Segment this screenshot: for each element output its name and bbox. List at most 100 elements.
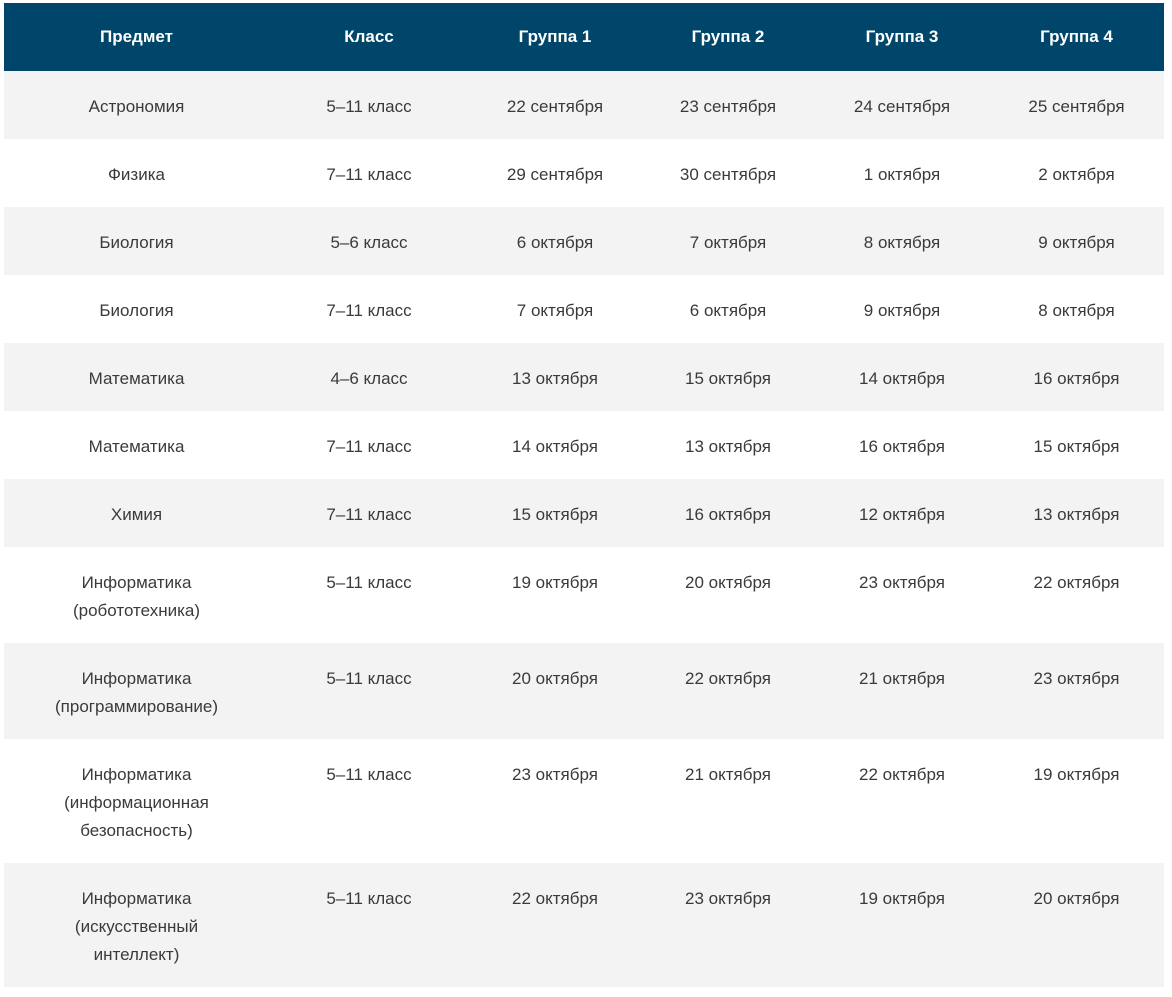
cell-group4: 22 октября <box>989 547 1164 643</box>
subject-line: (искусственный <box>74 917 199 936</box>
subject-line: безопасность) <box>80 821 193 840</box>
table-header-row: Предмет Класс Группа 1 Группа 2 Группа 3… <box>4 3 1164 71</box>
cell-subject: Биология <box>4 207 269 275</box>
table-row: Биология 7–11 класс 7 октября 6 октября 9 ок… <box>4 275 1164 343</box>
table-row: Астрономия 5–11 класс 22 сентября 23 сентяб… <box>4 71 1164 139</box>
table-body: Астрономия 5–11 класс 22 сентября 23 сентяб… <box>4 71 1164 987</box>
table-row: Информатика (искусственный интеллект) 5–11 … <box>4 863 1164 987</box>
cell-group3: 16 октября <box>815 411 989 479</box>
cell-group3: 14 октября <box>815 343 989 411</box>
cell-group2: 16 октября <box>641 479 815 547</box>
cell-group2: 21 октября <box>641 739 815 863</box>
cell-group2: 7 октября <box>641 207 815 275</box>
table-row: Математика 7–11 класс 14 октября 13 октября… <box>4 411 1164 479</box>
cell-class: 7–11 класс <box>269 139 469 207</box>
subject-line: Астрономия <box>88 97 185 116</box>
cell-group2: 23 сентября <box>641 71 815 139</box>
cell-subject: Информатика (робототехника) <box>4 547 269 643</box>
cell-group4: 19 октября <box>989 739 1164 863</box>
cell-group4: 2 октября <box>989 139 1164 207</box>
cell-class: 5–11 класс <box>269 863 469 987</box>
cell-group1: 7 октября <box>469 275 641 343</box>
cell-group4: 16 октября <box>989 343 1164 411</box>
cell-group2: 15 октября <box>641 343 815 411</box>
subject-line: Физика <box>108 165 165 184</box>
cell-group3: 12 октября <box>815 479 989 547</box>
cell-class: 5–11 класс <box>269 547 469 643</box>
subject-line: Информатика <box>81 573 192 592</box>
cell-class: 5–6 класс <box>269 207 469 275</box>
cell-group1: 15 октября <box>469 479 641 547</box>
column-header-group2: Группа 2 <box>641 3 815 71</box>
cell-group1: 22 сентября <box>469 71 641 139</box>
cell-group1: 20 октября <box>469 643 641 739</box>
cell-group4: 13 октября <box>989 479 1164 547</box>
subject-line: (робототехника) <box>72 601 201 620</box>
cell-class: 4–6 класс <box>269 343 469 411</box>
cell-group4: 20 октября <box>989 863 1164 987</box>
cell-class: 7–11 класс <box>269 479 469 547</box>
cell-subject: Математика <box>4 411 269 479</box>
table-row: Биология 5–6 класс 6 октября 7 октября 8 окт… <box>4 207 1164 275</box>
table-row: Информатика (программирование) 5–11 класс 2… <box>4 643 1164 739</box>
cell-group3: 8 октября <box>815 207 989 275</box>
table-row: Информатика (информационная безопасность) 5… <box>4 739 1164 863</box>
cell-subject: Химия <box>4 479 269 547</box>
subject-line: Математика <box>88 369 185 388</box>
cell-group2: 13 октября <box>641 411 815 479</box>
cell-group3: 1 октября <box>815 139 989 207</box>
cell-group4: 25 сентября <box>989 71 1164 139</box>
cell-group2: 20 октября <box>641 547 815 643</box>
cell-group2: 30 сентября <box>641 139 815 207</box>
cell-group3: 9 октября <box>815 275 989 343</box>
cell-subject: Информатика (программирование) <box>4 643 269 739</box>
cell-subject: Физика <box>4 139 269 207</box>
subject-line: Информатика <box>81 669 192 688</box>
cell-class: 7–11 класс <box>269 275 469 343</box>
cell-group2: 6 октября <box>641 275 815 343</box>
cell-group1: 22 октября <box>469 863 641 987</box>
cell-group3: 24 сентября <box>815 71 989 139</box>
cell-subject: Информатика (информационная безопасность) <box>4 739 269 863</box>
cell-group3: 22 октября <box>815 739 989 863</box>
column-header-class: Класс <box>269 3 469 71</box>
cell-class: 7–11 класс <box>269 411 469 479</box>
cell-group1: 29 сентября <box>469 139 641 207</box>
subject-line: Информатика <box>81 765 192 784</box>
cell-group4: 15 октября <box>989 411 1164 479</box>
subject-line: (информационная <box>64 793 209 812</box>
table-row: Математика 4–6 класс 13 октября 15 октября 1… <box>4 343 1164 411</box>
cell-subject: Математика <box>4 343 269 411</box>
column-header-group3: Группа 3 <box>815 3 989 71</box>
table-row: Физика 7–11 класс 29 сентября 30 сентября 1 … <box>4 139 1164 207</box>
cell-group1: 19 октября <box>469 547 641 643</box>
cell-group3: 23 октября <box>815 547 989 643</box>
cell-class: 5–11 класс <box>269 643 469 739</box>
cell-subject: Биология <box>4 275 269 343</box>
subject-line: Биология <box>99 301 174 320</box>
cell-group1: 6 октября <box>469 207 641 275</box>
column-header-subject: Предмет <box>4 3 269 71</box>
cell-subject: Астрономия <box>4 71 269 139</box>
cell-group1: 14 октября <box>469 411 641 479</box>
cell-class: 5–11 класс <box>269 739 469 863</box>
column-header-group1: Группа 1 <box>469 3 641 71</box>
subject-line: Биология <box>99 233 174 252</box>
table-row: Химия 7–11 класс 15 октября 16 октября 12 ок… <box>4 479 1164 547</box>
cell-class: 5–11 класс <box>269 71 469 139</box>
cell-group3: 21 октября <box>815 643 989 739</box>
subject-line: Химия <box>110 505 163 524</box>
cell-group2: 22 октября <box>641 643 815 739</box>
cell-group2: 23 октября <box>641 863 815 987</box>
cell-group3: 19 октября <box>815 863 989 987</box>
cell-group4: 8 октября <box>989 275 1164 343</box>
schedule-table-container: Предмет Класс Группа 1 Группа 2 Группа 3… <box>4 3 1164 987</box>
subject-line: интеллект) <box>93 945 180 964</box>
cell-group1: 13 октября <box>469 343 641 411</box>
cell-group1: 23 октября <box>469 739 641 863</box>
cell-group4: 23 октября <box>989 643 1164 739</box>
schedule-table: Предмет Класс Группа 1 Группа 2 Группа 3… <box>4 3 1164 987</box>
cell-group4: 9 октября <box>989 207 1164 275</box>
subject-line: Информатика <box>81 889 192 908</box>
cell-subject: Информатика (искусственный интеллект) <box>4 863 269 987</box>
